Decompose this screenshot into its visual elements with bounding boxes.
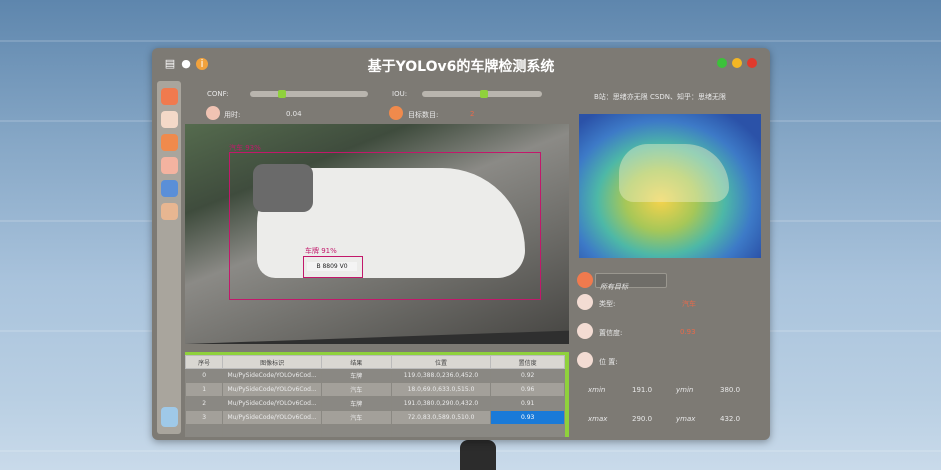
position-icon [577, 352, 593, 368]
xmax-label: xmax [588, 415, 608, 423]
cell-confidence: 0.93 [490, 410, 565, 425]
image-open-icon[interactable] [161, 111, 178, 128]
target-select[interactable]: 所有目标 [595, 273, 667, 291]
window-title: 基于YOLOv6的车牌检测系统 [367, 59, 555, 75]
table-header[interactable]: 位置 [390, 355, 492, 369]
ymax-value: 432.0 [720, 415, 741, 423]
minimize-button[interactable] [732, 58, 742, 68]
xmin-label: xmin [588, 386, 606, 394]
table-header[interactable]: 置信度 [490, 355, 565, 369]
table-row-empty [185, 424, 565, 437]
detection-image: 汽车 93% 车牌 91% B 8809 V0 [185, 124, 569, 344]
class-icon [577, 294, 593, 310]
target-select-value: 所有目标 [600, 283, 628, 291]
credit-text: B站：思绪亦无限 CSDN、知乎：思绪无限 [594, 93, 726, 101]
conf-slider-handle[interactable] [278, 90, 286, 98]
app-window: ▤ ● i 基于YOLOv6的车牌检测系统 CONF: IOU: B站：思绪亦无… [152, 48, 770, 440]
list-icon [577, 272, 593, 288]
count-label: 目标数目: [408, 111, 439, 119]
car-bbox-label: 汽车 93% [229, 144, 261, 152]
table-row[interactable]: 0 Mu/PySideCode/YOLOv6Cod... 车牌 119.0,38… [185, 368, 565, 383]
cell-image-id: Mu/PySideCode/YOLOv6Cod... [222, 396, 322, 411]
count-value: 2 [470, 110, 475, 118]
class-value: 汽车 [682, 300, 696, 308]
cell-position: 191.0,380.0,290.0,432.0 [390, 396, 492, 411]
sidebar [157, 81, 181, 434]
count-icon [389, 106, 403, 120]
cell-confidence: 0.91 [490, 396, 565, 411]
table-header[interactable]: 序号 [185, 355, 224, 369]
table-row[interactable]: 1 Mu/PySideCode/YOLOv6Cod... 汽车 18.0,69.… [185, 382, 565, 397]
avatar[interactable] [161, 407, 178, 427]
cell-index: 1 [185, 382, 224, 397]
xmin-value: 191.0 [632, 386, 653, 394]
ymin-value: 380.0 [720, 386, 741, 394]
confidence-icon [577, 323, 593, 339]
background-figure [460, 440, 496, 470]
video-icon[interactable] [161, 180, 178, 197]
cell-image-id: Mu/PySideCode/YOLOv6Cod... [222, 410, 322, 425]
conf-slider[interactable] [250, 90, 368, 98]
iou-slider-handle[interactable] [480, 90, 488, 98]
timer-icon [206, 106, 220, 120]
table-row[interactable]: 3 Mu/PySideCode/YOLOv6Cod... 汽车 72.0,83.… [185, 410, 565, 425]
confidence-label: 置信度: [599, 329, 623, 337]
plate-bbox-label: 车牌 91% [305, 247, 337, 255]
license-plate: B 8809 V0 [307, 262, 357, 271]
cell-position: 72.0,83.0,589.0,510.0 [390, 410, 492, 425]
time-value: 0.04 [286, 110, 302, 118]
model-load-icon[interactable] [161, 203, 178, 220]
ymax-label: ymax [676, 415, 696, 423]
cell-result: 车牌 [320, 368, 392, 383]
iou-slider[interactable] [422, 90, 542, 98]
menu-icon[interactable] [161, 88, 178, 105]
maximize-button[interactable] [717, 58, 727, 68]
cell-confidence: 0.92 [490, 368, 565, 383]
cell-index: 0 [185, 368, 224, 383]
ymin-label: ymin [676, 386, 694, 394]
confidence-value: 0.93 [680, 328, 696, 336]
conf-label: CONF: [207, 90, 229, 98]
cell-result: 汽车 [320, 410, 392, 425]
table-scrollbar[interactable] [565, 355, 569, 437]
table-header[interactable]: 结果 [320, 355, 392, 369]
cell-position: 18.0,69.0,633.0,515.0 [390, 382, 492, 397]
cell-result: 汽车 [320, 382, 392, 397]
iou-label: IOU: [392, 90, 408, 98]
table-row[interactable]: 2 Mu/PySideCode/YOLOv6Cod... 车牌 191.0,38… [185, 396, 565, 411]
cell-confidence: 0.96 [490, 382, 565, 397]
table-header[interactable]: 图像标识 [222, 355, 322, 369]
heatmap-image [579, 114, 761, 258]
cell-image-id: Mu/PySideCode/YOLOv6Cod... [222, 368, 322, 383]
position-label: 位 置: [599, 358, 618, 366]
camera-icon[interactable] [161, 157, 178, 174]
time-label: 用时: [224, 111, 241, 119]
class-label: 类型: [599, 300, 616, 308]
folder-open-icon[interactable] [161, 134, 178, 151]
results-table[interactable]: 序号 图像标识 结果 位置 置信度 0 Mu/PySideCode/YOLOv6… [185, 352, 569, 437]
cell-index: 2 [185, 396, 224, 411]
cell-position: 119.0,388.0,236.0,452.0 [390, 368, 492, 383]
xmax-value: 290.0 [632, 415, 653, 423]
close-button[interactable] [747, 58, 757, 68]
cell-result: 车牌 [320, 396, 392, 411]
car-bbox [229, 152, 541, 300]
cell-image-id: Mu/PySideCode/YOLOv6Cod... [222, 382, 322, 397]
cell-index: 3 [185, 410, 224, 425]
